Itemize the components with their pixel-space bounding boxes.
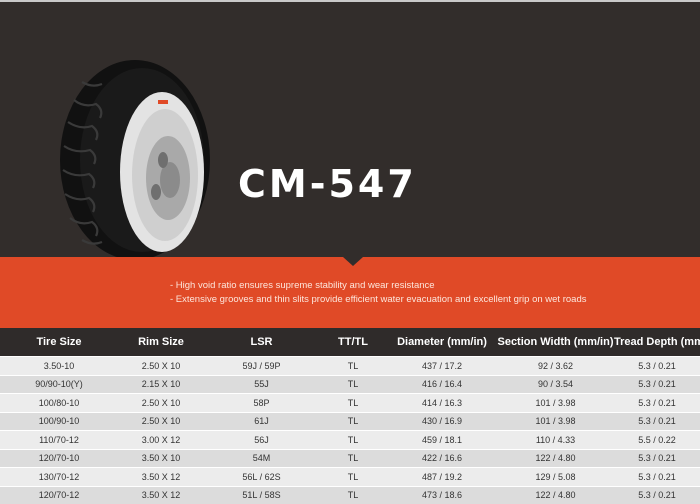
- cell-diameter: 459 / 18.1: [387, 430, 497, 449]
- table-row: 100/80-10 2.50 X 10 58P TL 414 / 16.3 10…: [0, 393, 700, 412]
- column-header-tt-tl: TT/TL: [319, 328, 387, 357]
- feature-item: - Extensive grooves and thin slits provi…: [170, 294, 587, 305]
- cell-tire-size: 130/70-12: [0, 467, 118, 486]
- cell-rim-size: 3.00 X 12: [118, 430, 204, 449]
- table-row: 110/70-12 3.00 X 12 56J TL 459 / 18.1 11…: [0, 430, 700, 449]
- cell-tt-tl: TL: [319, 485, 387, 504]
- cell-tread-depth: 5.3 / 0.21: [614, 393, 700, 412]
- cell-tread-depth: 5.3 / 0.21: [614, 448, 700, 468]
- cell-lsr: 58P: [204, 393, 319, 412]
- cell-tire-size: 120/70-10: [0, 448, 118, 468]
- cell-lsr: 51L / 58S: [204, 485, 319, 504]
- cell-section-width: 101 / 3.98: [497, 393, 614, 412]
- cell-section-width: 122 / 4.80: [497, 485, 614, 504]
- cell-lsr: 56L / 62S: [204, 467, 319, 486]
- cell-diameter: 414 / 16.3: [387, 393, 497, 412]
- cell-diameter: 473 / 18.6: [387, 485, 497, 504]
- cell-tire-size: 100/90-10: [0, 411, 118, 431]
- specs-table: Tire Size Rim Size LSR TT/TL Diameter (m…: [0, 328, 700, 504]
- features-band: - High void ratio ensures supreme stabil…: [0, 257, 700, 328]
- cell-rim-size: 3.50 X 12: [118, 485, 204, 504]
- cell-lsr: 54M: [204, 448, 319, 468]
- cell-diameter: 437 / 17.2: [387, 356, 497, 375]
- cell-tire-size: 100/80-10: [0, 393, 118, 412]
- cell-section-width: 101 / 3.98: [497, 411, 614, 431]
- tire-product-image: [60, 60, 210, 260]
- table-row: 3.50-10 2.50 X 10 59J / 59P TL 437 / 17.…: [0, 356, 700, 375]
- cell-rim-size: 2.50 X 10: [118, 393, 204, 412]
- cell-tt-tl: TL: [319, 467, 387, 486]
- column-header-diameter: Diameter (mm/in): [387, 328, 497, 357]
- cell-rim-size: 3.50 X 12: [118, 467, 204, 486]
- cell-lsr: 61J: [204, 411, 319, 431]
- hero-banner: CM-547: [0, 2, 700, 260]
- cell-tread-depth: 5.5 / 0.22: [614, 430, 700, 449]
- cell-section-width: 129 / 5.08: [497, 467, 614, 486]
- cell-tire-size: 110/70-12: [0, 430, 118, 449]
- cell-tt-tl: TL: [319, 430, 387, 449]
- cell-tt-tl: TL: [319, 448, 387, 468]
- column-header-rim-size: Rim Size: [118, 328, 204, 357]
- cell-section-width: 122 / 4.80: [497, 448, 614, 468]
- banner-notch: [343, 257, 363, 266]
- cell-lsr: 59J / 59P: [204, 356, 319, 375]
- cell-lsr: 55J: [204, 374, 319, 394]
- cell-diameter: 487 / 19.2: [387, 467, 497, 486]
- column-header-tread-depth: Tread Depth (mm/in): [614, 328, 700, 357]
- cell-rim-size: 2.15 X 10: [118, 374, 204, 394]
- cell-tire-size: 120/70-12: [0, 485, 118, 504]
- cell-tire-size: 3.50-10: [0, 356, 118, 375]
- feature-list: - High void ratio ensures supreme stabil…: [170, 279, 586, 307]
- table-row: 100/90-10 2.50 X 10 61J TL 430 / 16.9 10…: [0, 411, 700, 431]
- cell-section-width: 92 / 3.62: [497, 356, 614, 375]
- cell-diameter: 430 / 16.9: [387, 411, 497, 431]
- cell-tread-depth: 5.3 / 0.21: [614, 411, 700, 431]
- cell-section-width: 90 / 3.54: [497, 374, 614, 394]
- table-row: 120/70-12 3.50 X 12 51L / 58S TL 473 / 1…: [0, 485, 700, 504]
- feature-item: - High void ratio ensures supreme stabil…: [170, 280, 435, 291]
- table-row: 130/70-12 3.50 X 12 56L / 62S TL 487 / 1…: [0, 467, 700, 486]
- model-title: CM-547: [238, 162, 417, 206]
- cell-lsr: 56J: [204, 430, 319, 449]
- column-header-tire-size: Tire Size: [0, 328, 118, 357]
- cell-section-width: 110 / 4.33: [497, 430, 614, 449]
- cell-rim-size: 2.50 X 10: [118, 356, 204, 375]
- column-header-lsr: LSR: [204, 328, 319, 357]
- cell-rim-size: 3.50 X 10: [118, 448, 204, 468]
- cell-tire-size: 90/90-10(Y): [0, 374, 118, 394]
- cell-tt-tl: TL: [319, 411, 387, 431]
- cell-rim-size: 2.50 X 10: [118, 411, 204, 431]
- cell-tt-tl: TL: [319, 374, 387, 394]
- cell-diameter: 416 / 16.4: [387, 374, 497, 394]
- cell-tread-depth: 5.3 / 0.21: [614, 356, 700, 375]
- table-row: 120/70-10 3.50 X 10 54M TL 422 / 16.6 12…: [0, 448, 700, 468]
- cell-tt-tl: TL: [319, 356, 387, 375]
- cell-tt-tl: TL: [319, 393, 387, 412]
- table-header-row: Tire Size Rim Size LSR TT/TL Diameter (m…: [0, 328, 700, 357]
- cell-diameter: 422 / 16.6: [387, 448, 497, 468]
- cell-tread-depth: 5.3 / 0.21: [614, 374, 700, 394]
- column-header-section-width: Section Width (mm/in): [497, 328, 614, 357]
- table-row: 90/90-10(Y) 2.15 X 10 55J TL 416 / 16.4 …: [0, 374, 700, 394]
- cell-tread-depth: 5.3 / 0.21: [614, 467, 700, 486]
- cell-tread-depth: 5.3 / 0.21: [614, 485, 700, 504]
